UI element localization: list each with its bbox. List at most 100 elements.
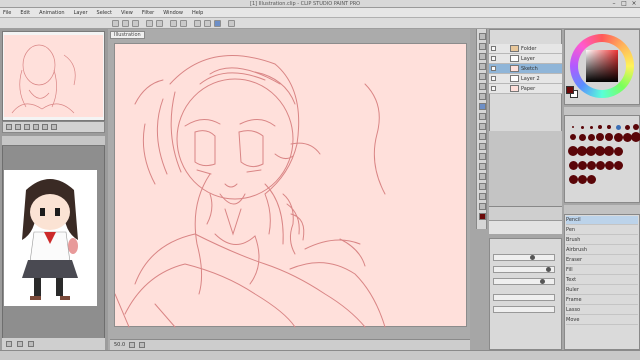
maximize-icon[interactable]: □ — [620, 1, 628, 7]
open-file-icon[interactable] — [122, 20, 129, 27]
slider-knob[interactable] — [530, 255, 535, 260]
special-ruler-icon[interactable] — [214, 20, 221, 27]
menu-animation[interactable]: Animation — [39, 10, 65, 16]
navigator-preview[interactable] — [4, 35, 103, 117]
redo-icon[interactable] — [156, 20, 163, 27]
clear-icon[interactable] — [170, 20, 177, 27]
brush-size-preset-icon[interactable] — [613, 132, 623, 142]
gradient-tool-icon[interactable] — [479, 183, 486, 190]
next-image-icon[interactable] — [17, 341, 23, 347]
save-icon[interactable] — [132, 20, 139, 27]
brush-size-preset-icon[interactable] — [587, 133, 595, 141]
slider-knob[interactable] — [540, 279, 545, 284]
brush-size-preset-icon[interactable] — [586, 160, 596, 170]
flip-icon[interactable] — [42, 124, 48, 130]
visibility-icon[interactable] — [491, 86, 496, 91]
brush-size-preset-icon[interactable] — [604, 146, 614, 156]
brush-size-preset-icon[interactable] — [589, 125, 593, 129]
layer-row[interactable]: Layer — [489, 54, 562, 64]
new-file-icon[interactable] — [112, 20, 119, 27]
brush-size-preset-icon[interactable] — [568, 174, 578, 184]
zoom-in-icon[interactable] — [6, 124, 12, 130]
tool-item-pencil[interactable]: Pencil — [566, 216, 638, 225]
brush-size-preset-icon[interactable] — [624, 124, 630, 130]
pen-tool-icon[interactable] — [479, 103, 486, 110]
blend-tool-icon[interactable] — [479, 163, 486, 170]
eyedropper-tool-icon[interactable] — [479, 93, 486, 100]
grid-icon[interactable] — [228, 20, 235, 27]
layer-row[interactable]: Paper — [489, 84, 562, 94]
pencil-tool-icon[interactable] — [479, 113, 486, 120]
fill-tool-icon[interactable] — [479, 173, 486, 180]
menu-select[interactable]: Select — [97, 10, 112, 16]
eyedropper-icon[interactable] — [28, 341, 34, 347]
visibility-icon[interactable] — [491, 76, 496, 81]
tool-item-move[interactable]: Move — [566, 316, 638, 325]
decoration-tool-icon[interactable] — [479, 143, 486, 150]
menu-filter[interactable]: Filter — [142, 10, 154, 16]
selection-tool-icon[interactable] — [479, 73, 486, 80]
fit-icon[interactable] — [51, 124, 57, 130]
brush-size-preset-icon[interactable] — [633, 124, 639, 130]
snap-icon[interactable] — [194, 20, 201, 27]
visibility-icon[interactable] — [491, 56, 496, 61]
brush-size-preset-icon[interactable] — [577, 160, 587, 170]
brush-size-preset-icon[interactable] — [615, 124, 621, 130]
brush-size-preset-icon[interactable] — [586, 174, 596, 184]
main-color-swatch-panel[interactable] — [566, 86, 574, 94]
menu-help[interactable]: Help — [192, 10, 203, 16]
previous-image-icon[interactable] — [6, 341, 12, 347]
menu-view[interactable]: View — [121, 10, 133, 16]
layer-row[interactable]: Layer 2 — [489, 74, 562, 84]
density-slider[interactable] — [493, 278, 555, 285]
menu-file[interactable]: File — [3, 10, 11, 16]
transform-icon[interactable] — [180, 20, 187, 27]
visibility-icon[interactable] — [491, 66, 496, 71]
move-layer-icon[interactable] — [479, 63, 486, 70]
brush-size-preset-icon[interactable] — [605, 133, 613, 141]
tool-item-text[interactable]: Text — [566, 276, 638, 285]
tool-item-airbrush[interactable]: Airbrush — [566, 246, 638, 255]
zoom-in-icon[interactable] — [139, 342, 146, 348]
tool-item-pen[interactable]: Pen — [566, 226, 638, 235]
move-tool-icon[interactable] — [479, 43, 486, 50]
drawing-canvas[interactable] — [114, 43, 467, 328]
brush-size-preset-icon[interactable] — [604, 160, 614, 170]
text-tool-icon[interactable] — [479, 203, 486, 210]
main-color-swatch[interactable] — [479, 213, 486, 220]
tool-item-lasso[interactable]: Lasso — [566, 306, 638, 315]
zoom-value[interactable]: 50.0 — [114, 342, 125, 348]
layer-row-selected[interactable]: Sketch — [489, 64, 562, 74]
rotate-right-icon[interactable] — [33, 124, 39, 130]
auto-select-icon[interactable] — [479, 83, 486, 90]
brush-tool-icon[interactable] — [479, 123, 486, 130]
sub-tool-tabs[interactable] — [564, 107, 640, 116]
saturation-value-square[interactable] — [586, 50, 618, 82]
brush-size-preset-icon[interactable] — [607, 125, 611, 129]
tool-list-header[interactable] — [564, 205, 640, 215]
brush-size-preset-icon[interactable] — [568, 160, 578, 170]
sub-view-tabs[interactable] — [2, 136, 105, 146]
brush-size-slider[interactable] — [493, 254, 555, 261]
eraser-tool-icon[interactable] — [479, 153, 486, 160]
tool-item-ruler[interactable]: Ruler — [566, 286, 638, 295]
airbrush-tool-icon[interactable] — [479, 133, 486, 140]
brush-size-preset-icon[interactable] — [580, 125, 584, 129]
operation-tool-icon[interactable] — [479, 53, 486, 60]
brush-size-preset-icon[interactable] — [578, 133, 586, 141]
brush-size-preset-icon[interactable] — [596, 133, 604, 141]
brush-size-preset-icon[interactable] — [613, 146, 623, 156]
tab-illustration[interactable]: Illustration — [110, 31, 145, 39]
tool-item-frame[interactable]: Frame — [566, 296, 638, 305]
brush-size-preset-icon[interactable] — [595, 160, 605, 170]
figure-tool-icon[interactable] — [479, 193, 486, 200]
ruler-snap-icon[interactable] — [204, 20, 211, 27]
brush-size-preset-icon[interactable] — [570, 134, 576, 140]
brush-size-preset-icon[interactable] — [577, 174, 587, 184]
stabilization-slider[interactable] — [493, 306, 555, 313]
rotate-left-icon[interactable] — [24, 124, 30, 130]
brush-size-preset-icon[interactable] — [572, 126, 574, 128]
zoom-tool-icon[interactable] — [479, 33, 486, 40]
slider-knob[interactable] — [546, 267, 551, 272]
minimize-icon[interactable]: – — [610, 1, 618, 7]
